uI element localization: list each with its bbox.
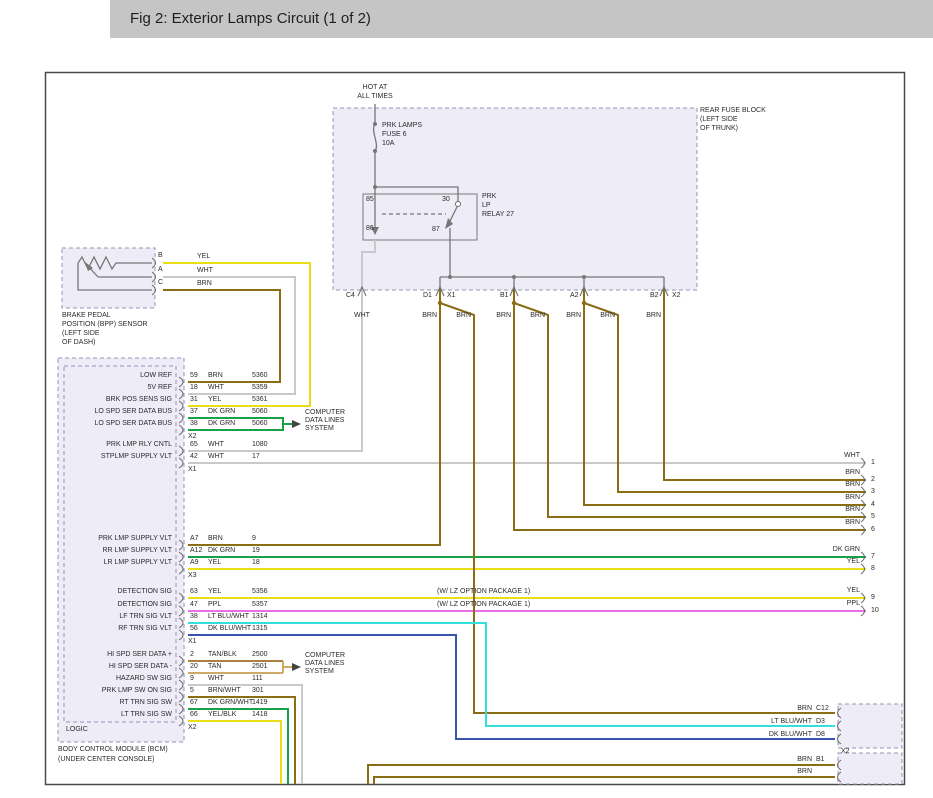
lower-connector-box [838, 753, 902, 784]
junction-dot [582, 275, 586, 279]
junction-dot [448, 275, 452, 279]
rear-fuse-block-box [333, 108, 697, 290]
fuse-dot [373, 149, 377, 153]
bcm-outer-box [58, 358, 184, 742]
junction-dot [582, 301, 586, 305]
x2-connector-box [838, 704, 902, 748]
fuse-dot [373, 122, 377, 126]
junction-dot [512, 301, 516, 305]
junction-dot [373, 185, 377, 189]
wiring-diagram-page: Fig 2: Exterior Lamps Circuit (1 of 2) [0, 0, 933, 798]
bpp-sensor-box [62, 248, 155, 308]
junction-dot [438, 301, 442, 305]
circuit-diagram [0, 0, 933, 798]
junction-dot [512, 275, 516, 279]
relay-30-terminal [456, 202, 461, 207]
